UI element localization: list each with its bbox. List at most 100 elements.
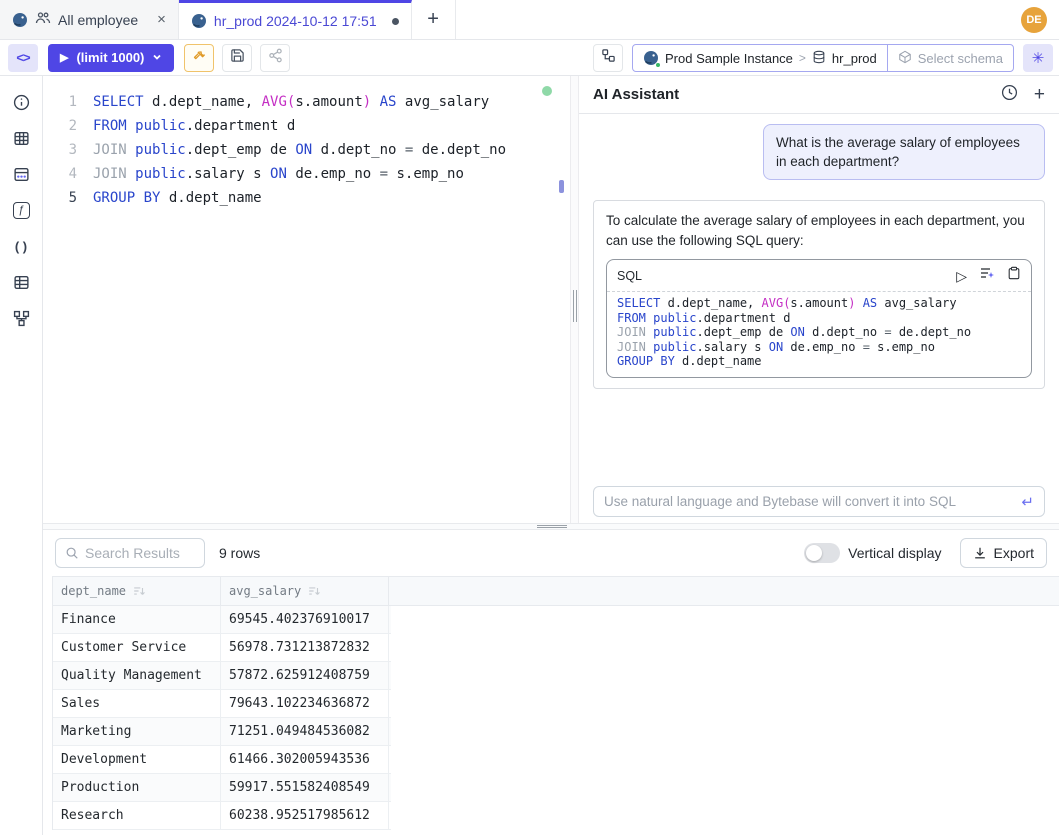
instance-name: Prod Sample Instance bbox=[665, 51, 793, 66]
tab-label: hr_prod 2024-10-12 17:51 bbox=[214, 13, 377, 29]
panel-resize-handle-horizontal[interactable] bbox=[43, 523, 1059, 530]
save-button[interactable] bbox=[222, 44, 252, 72]
table-row[interactable]: Sales79643.102234636872 bbox=[53, 690, 391, 718]
table-cell[interactable]: Marketing bbox=[53, 718, 221, 745]
panel-resize-handle-vertical[interactable] bbox=[570, 76, 579, 523]
table-rows-icon bbox=[13, 274, 30, 291]
share-icon bbox=[268, 48, 283, 68]
results-table: dept_name avg_salary Finance69545.402376… bbox=[52, 576, 1059, 830]
close-icon[interactable]: × bbox=[157, 11, 166, 28]
unsaved-dot-icon bbox=[392, 18, 399, 25]
table-body: Finance69545.402376910017Customer Servic… bbox=[52, 606, 391, 830]
table-row[interactable]: Development61466.302005943536 bbox=[53, 746, 391, 774]
ai-prompt-input[interactable] bbox=[594, 494, 1021, 509]
table-row[interactable]: Research60238.952517985612 bbox=[53, 802, 391, 830]
table-cell[interactable]: 57872.625912408759 bbox=[221, 662, 389, 689]
tab-label: All employee bbox=[58, 12, 138, 28]
run-snippet-icon[interactable]: ▷ bbox=[956, 269, 967, 283]
search-results-input[interactable] bbox=[79, 545, 204, 561]
code-line: FROM public.department d bbox=[93, 114, 506, 138]
insert-snippet-icon[interactable] bbox=[979, 265, 995, 287]
ai-input-container: ↵ bbox=[593, 486, 1045, 517]
row-count: 9 rows bbox=[219, 545, 260, 561]
export-label: Export bbox=[994, 545, 1034, 561]
column-header-avg-salary[interactable]: avg_salary bbox=[221, 577, 389, 605]
openai-button[interactable]: ✳ bbox=[1023, 44, 1053, 72]
ai-assistant-panel: AI Assistant + What is the average salar… bbox=[579, 76, 1059, 523]
table-cell[interactable]: Customer Service bbox=[53, 634, 221, 661]
history-clock-icon[interactable] bbox=[1001, 84, 1018, 106]
table-cell[interactable]: Research bbox=[53, 802, 221, 829]
run-button-label: (limit 1000) bbox=[76, 50, 144, 65]
line-number: 4 bbox=[43, 162, 77, 186]
table-cell[interactable]: Finance bbox=[53, 606, 221, 633]
sidebar-item-data[interactable] bbox=[3, 156, 39, 192]
status-dot-icon bbox=[655, 62, 661, 68]
function-icon: ƒ bbox=[13, 202, 30, 219]
sitemap-button[interactable] bbox=[593, 44, 623, 72]
column-header-dept-name[interactable]: dept_name bbox=[53, 577, 221, 605]
search-results-container bbox=[55, 538, 205, 568]
table-cell[interactable]: Quality Management bbox=[53, 662, 221, 689]
code-line: JOIN public.dept_emp de ON d.dept_no = d… bbox=[617, 325, 1021, 340]
code-panel-toggle-button[interactable]: <> bbox=[8, 44, 38, 72]
user-avatar[interactable]: DE bbox=[1021, 7, 1047, 33]
run-query-button[interactable]: ▶ (limit 1000) bbox=[48, 44, 174, 72]
copy-snippet-icon[interactable] bbox=[1007, 266, 1021, 286]
export-button[interactable]: Export bbox=[960, 538, 1047, 568]
user-message-bubble: What is the average salary of employees … bbox=[763, 124, 1045, 180]
table-row[interactable]: Finance69545.402376910017 bbox=[53, 606, 391, 634]
sidebar-item-functions[interactable]: ƒ bbox=[3, 192, 39, 228]
table-row[interactable]: Marketing71251.049484536082 bbox=[53, 718, 391, 746]
code-block-header: SQL ▷ bbox=[607, 260, 1031, 292]
schema-placeholder: Select schema bbox=[918, 51, 1003, 66]
toolbar-right: Prod Sample Instance > hr_prod Select sc… bbox=[593, 44, 1053, 72]
code-line: SELECT d.dept_name, AVG(s.amount) AS avg… bbox=[617, 296, 1021, 311]
postgres-icon bbox=[643, 50, 659, 66]
instance-database-selector[interactable]: Prod Sample Instance > hr_prod bbox=[633, 45, 887, 71]
sql-editor[interactable]: 12345 SELECT d.dept_name, AVG(s.amount) … bbox=[43, 76, 570, 523]
ai-response: To calculate the average salary of emplo… bbox=[593, 200, 1045, 389]
table-cell[interactable]: 79643.102234636872 bbox=[221, 690, 389, 717]
code-line: JOIN public.dept_emp de ON d.dept_no = d… bbox=[93, 138, 506, 162]
code-line: FROM public.department d bbox=[617, 311, 1021, 326]
table-cell[interactable]: 71251.049484536082 bbox=[221, 718, 389, 745]
editor-code[interactable]: SELECT d.dept_name, AVG(s.amount) AS avg… bbox=[93, 90, 506, 210]
table-cell[interactable]: 56978.731213872832 bbox=[221, 634, 389, 661]
table-cell[interactable]: 69545.402376910017 bbox=[221, 606, 389, 633]
new-tab-button[interactable]: + bbox=[412, 0, 456, 39]
table-cell[interactable]: Sales bbox=[53, 690, 221, 717]
sort-icon bbox=[132, 584, 146, 598]
table-row[interactable]: Quality Management57872.625912408759 bbox=[53, 662, 391, 690]
wrench-button[interactable] bbox=[184, 44, 214, 72]
table-row[interactable]: Customer Service56978.731213872832 bbox=[53, 634, 391, 662]
table-cell[interactable]: 59917.551582408549 bbox=[221, 774, 389, 801]
sidebar-item-procedures[interactable]: ( ) bbox=[3, 228, 39, 264]
return-key-icon[interactable]: ↵ bbox=[1021, 493, 1044, 511]
code-line: SELECT d.dept_name, AVG(s.amount) AS avg… bbox=[93, 90, 506, 114]
share-button[interactable] bbox=[260, 44, 290, 72]
editor-scrollbar-thumb[interactable] bbox=[559, 180, 564, 193]
download-icon bbox=[973, 546, 987, 560]
toggle-knob bbox=[806, 545, 822, 561]
tab-hr-prod[interactable]: hr_prod 2024-10-12 17:51 bbox=[179, 0, 412, 39]
sidebar-item-schema-diagram[interactable] bbox=[3, 300, 39, 336]
openai-icon: ✳ bbox=[1032, 49, 1045, 67]
table-cell[interactable]: Production bbox=[53, 774, 221, 801]
schema-selector[interactable]: Select schema bbox=[887, 45, 1013, 71]
line-number: 3 bbox=[43, 138, 77, 162]
chevron-down-icon bbox=[152, 50, 162, 65]
table-cell[interactable]: 61466.302005943536 bbox=[221, 746, 389, 773]
table-row[interactable]: Production59917.551582408549 bbox=[53, 774, 391, 802]
new-chat-button[interactable]: + bbox=[1034, 84, 1045, 106]
table-cell[interactable]: 60238.952517985612 bbox=[221, 802, 389, 829]
ai-assistant-header: AI Assistant + bbox=[579, 76, 1059, 114]
sidebar-item-info[interactable] bbox=[3, 84, 39, 120]
tab-all-employee[interactable]: All employee × bbox=[0, 0, 179, 39]
sidebar-item-tables[interactable] bbox=[3, 120, 39, 156]
results-panel: 9 rows Vertical display Export dept_name… bbox=[43, 530, 1059, 835]
left-sidebar: ƒ ( ) bbox=[0, 76, 43, 835]
vertical-display-toggle[interactable] bbox=[804, 543, 840, 563]
table-cell[interactable]: Development bbox=[53, 746, 221, 773]
sidebar-item-external-tables[interactable] bbox=[3, 264, 39, 300]
